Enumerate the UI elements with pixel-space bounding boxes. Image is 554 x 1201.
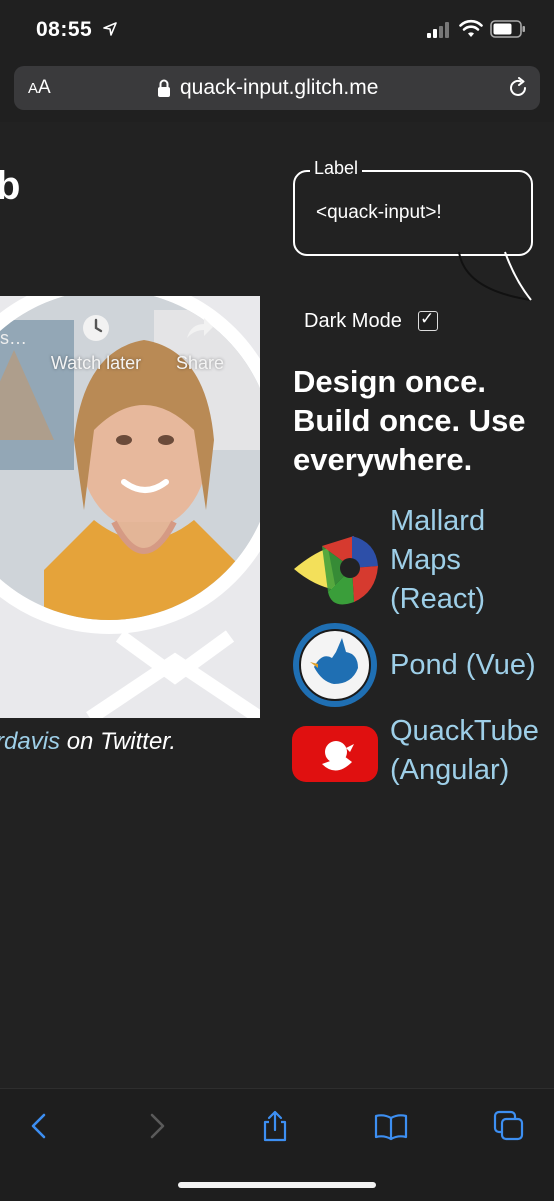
status-time: 08:55 <box>36 18 93 41</box>
checkmark-icon: ✓ <box>420 309 435 328</box>
quacktube-label-line1[interactable]: QuackTube <box>390 712 539 751</box>
mallard-maps-label-line1[interactable]: Mallard <box>390 502 485 541</box>
dark-mode-checkbox[interactable]: ✓ <box>418 309 438 331</box>
mallard-maps-label-line3[interactable]: (React) <box>390 580 485 619</box>
url-text[interactable]: quack-input.glitch.me <box>180 76 378 100</box>
bookmarks-icon[interactable] <box>374 1109 408 1143</box>
watch-later-button[interactable]: Watch later <box>46 314 146 374</box>
video-title-fragment[interactable]: s… <box>0 328 27 349</box>
tagline: Design once. Build once. Use everywhere. <box>293 364 526 477</box>
quacktube-icon <box>292 726 378 782</box>
quacktube-label-line2[interactable]: (Angular) <box>390 751 509 790</box>
twitter-handle-link[interactable]: rdavis <box>0 728 60 755</box>
web-page: b s… Watch later Share rdavis on Twitter… <box>0 122 554 1088</box>
reload-icon[interactable] <box>507 77 529 99</box>
battery-icon <box>490 20 525 38</box>
address-bar[interactable]: AA quack-input.glitch.me <box>14 66 540 110</box>
wifi-icon <box>459 19 483 37</box>
dark-mode-label: Dark Mode <box>304 310 402 332</box>
pond-label[interactable]: Pond (Vue) <box>390 646 536 685</box>
mallard-maps-label-line2[interactable]: Maps <box>390 541 461 580</box>
video-embed[interactable]: s… Watch later Share <box>0 296 260 718</box>
home-indicator[interactable] <box>178 1182 376 1188</box>
page-heading-fragment: b <box>0 164 21 208</box>
back-icon[interactable] <box>22 1109 56 1143</box>
quack-input-value[interactable]: <quack-input>! <box>316 202 442 224</box>
share-label: Share <box>175 353 225 373</box>
tabs-icon[interactable] <box>492 1109 526 1143</box>
video-share-button[interactable]: Share <box>172 314 228 374</box>
text-size-button[interactable]: AA <box>28 77 51 99</box>
share-icon[interactable] <box>258 1109 292 1143</box>
mallard-maps-icon <box>294 536 378 605</box>
quack-input-label: Label <box>310 158 363 179</box>
twitter-credit: rdavis on Twitter. <box>0 728 176 756</box>
pond-icon <box>293 623 377 707</box>
signal-icon <box>427 22 449 38</box>
status-bar: 08:55 <box>0 0 554 60</box>
twitter-suffix: on Twitter. <box>60 728 177 755</box>
video-background-pattern <box>86 630 260 718</box>
clock-icon <box>83 315 109 341</box>
browser-address-area: AA quack-input.glitch.me <box>0 60 554 122</box>
forward-icon[interactable] <box>140 1109 174 1143</box>
watch-later-label: Watch later <box>50 353 142 373</box>
speech-bubble-tail <box>458 251 532 301</box>
location-arrow-icon <box>103 22 117 36</box>
share-arrow-icon <box>187 318 213 338</box>
lock-icon <box>158 79 170 97</box>
